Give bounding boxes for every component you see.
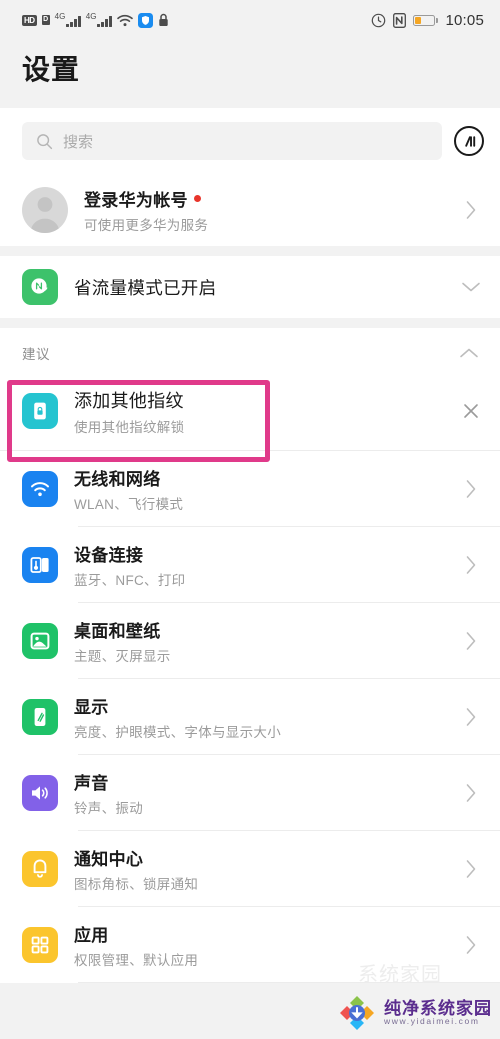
settings-row-subtitle: 蓝牙、NFC、打印 xyxy=(74,572,186,588)
status-bar: HD D 4G 4G 10:05 xyxy=(0,0,500,40)
settings-row-wireless-network[interactable]: 无线和网络 WLAN、飞行模式 xyxy=(0,451,500,526)
settings-row-subtitle: 图标角标、锁屏通知 xyxy=(74,876,199,892)
apps-grid-icon xyxy=(22,926,58,963)
chevron-right-icon[interactable] xyxy=(460,706,482,728)
data-saver-title: 省流量模式已开启 xyxy=(74,277,217,298)
account-title: 登录华为帐号 xyxy=(84,191,188,210)
settings-row-text: 声音 铃声、振动 xyxy=(74,769,444,817)
alarm-icon xyxy=(371,13,386,28)
status-bar-left: HD D 4G 4G xyxy=(22,12,169,28)
watermark-text: 纯净系统家园 www.yidaimei.com xyxy=(384,998,492,1027)
settings-row-title: 桌面和壁纸 xyxy=(74,621,161,641)
signal-bars-secondary xyxy=(97,15,112,27)
settings-row-title: 显示 xyxy=(74,697,109,717)
settings-row-title: 通知中心 xyxy=(74,849,144,869)
settings-row-display[interactable]: 显示 亮度、护眼模式、字体与显示大小 xyxy=(0,679,500,754)
battery-icon xyxy=(413,14,439,26)
settings-row-subtitle: WLAN、飞行模式 xyxy=(74,496,184,512)
wifi-icon xyxy=(117,14,133,27)
nfc-icon xyxy=(393,12,407,28)
settings-row-title: 无线和网络 xyxy=(74,469,161,489)
wifi-icon xyxy=(22,470,58,507)
chevron-right-icon[interactable] xyxy=(460,199,482,221)
signal-4g-icon: 4G xyxy=(55,13,81,27)
watermark: 纯净系统家园 www.yidaimei.com xyxy=(337,993,492,1033)
settings-row-device-connect[interactable]: 设备连接 蓝牙、NFC、打印 xyxy=(0,527,500,602)
signal-4g-label: 4G xyxy=(54,12,66,21)
chevron-right-icon[interactable] xyxy=(460,630,482,652)
section-gap-2 xyxy=(0,318,500,328)
settings-row-subtitle: 主题、灭屏显示 xyxy=(74,648,171,664)
section-gap xyxy=(0,246,500,256)
scan-code-icon[interactable] xyxy=(454,126,484,156)
settings-row-text: 设备连接 蓝牙、NFC、打印 xyxy=(74,541,444,589)
settings-row-title: 声音 xyxy=(74,773,109,793)
settings-row-text: 通知中心 图标角标、锁屏通知 xyxy=(74,845,444,893)
settings-row-text: 桌面和壁纸 主题、灭屏显示 xyxy=(74,617,444,665)
title-bar: 设置 xyxy=(0,40,500,108)
suggestions-header: 建议 xyxy=(0,328,500,372)
settings-list: 无线和网络 WLAN、飞行模式 设备连接 蓝牙、NFC、打印 桌面和壁纸 主题、… xyxy=(0,450,500,983)
search-input[interactable]: 搜索 xyxy=(22,122,442,160)
watermark-url: www.yidaimei.com xyxy=(384,1016,480,1027)
settings-row-home-wallpaper[interactable]: 桌面和壁纸 主题、灭屏显示 xyxy=(0,603,500,678)
settings-row-text: 无线和网络 WLAN、飞行模式 xyxy=(74,465,444,513)
bell-icon xyxy=(22,850,58,887)
signal-4g-secondary-label: 4G xyxy=(85,12,97,21)
watermark-faint-text: 系统家园 xyxy=(358,964,442,986)
display-icon xyxy=(22,698,58,735)
signal-bars xyxy=(66,15,81,27)
account-row[interactable]: 登录华为帐号 可使用更多华为服务 xyxy=(0,174,500,246)
settings-row-sound[interactable]: 声音 铃声、振动 xyxy=(0,755,500,830)
chevron-right-icon[interactable] xyxy=(460,554,482,576)
chevron-right-icon[interactable] xyxy=(460,934,482,956)
account-text: 登录华为帐号 可使用更多华为服务 xyxy=(84,186,444,234)
account-badge-dot xyxy=(193,195,201,202)
sim-icon: D xyxy=(41,15,50,25)
chevron-right-icon[interactable] xyxy=(460,782,482,804)
suggestion-title: 添加其他指纹 xyxy=(74,390,184,411)
chevron-right-icon[interactable] xyxy=(460,478,482,500)
suggestions-label: 建议 xyxy=(22,347,50,362)
settings-row-subtitle: 铃声、振动 xyxy=(74,800,143,816)
hd-icon: HD xyxy=(22,14,37,26)
signal-4g-secondary-icon: 4G xyxy=(86,13,112,27)
search-icon xyxy=(36,133,53,150)
suggestion-subtitle: 使用其他指纹解锁 xyxy=(74,419,185,435)
fingerprint-phone-icon xyxy=(22,393,58,429)
status-bar-right: 10:05 xyxy=(371,12,484,29)
account-group: 登录华为帐号 可使用更多华为服务 xyxy=(0,174,500,246)
status-bar-clock: 10:05 xyxy=(445,11,484,29)
data-saver-group: 省流量模式已开启 xyxy=(0,256,500,318)
suggestion-highlight-wrap: 添加其他指纹 使用其他指纹解锁 xyxy=(0,372,500,462)
avatar xyxy=(22,187,68,233)
chevron-right-icon[interactable] xyxy=(460,858,482,880)
data-saver-text: 省流量模式已开启 xyxy=(74,275,444,300)
settings-row-title: 设备连接 xyxy=(74,545,144,565)
search-placeholder: 搜索 xyxy=(63,133,94,151)
chevron-down-icon[interactable] xyxy=(460,276,482,298)
settings-row-subtitle: 亮度、护眼模式、字体与显示大小 xyxy=(74,724,281,740)
sound-icon xyxy=(22,774,58,811)
device-connect-icon xyxy=(22,546,58,583)
data-saver-row[interactable]: 省流量模式已开启 xyxy=(0,256,500,318)
phone-screen: HD D 4G 4G 10:05 设置 搜索 登录华为帐号 可使用更多华为服务 … xyxy=(0,0,500,1039)
search-bar: 搜索 xyxy=(0,108,500,174)
wallpaper-icon xyxy=(22,622,58,659)
account-subtitle: 可使用更多华为服务 xyxy=(84,218,209,233)
lock-icon xyxy=(158,13,169,27)
shield-icon xyxy=(137,12,153,28)
data-saver-icon xyxy=(22,269,58,305)
suggestion-item-add-fingerprint[interactable]: 添加其他指纹 使用其他指纹解锁 xyxy=(0,372,500,450)
suggestions-group: 建议 添加其他指纹 使用其他指纹解锁 xyxy=(0,328,500,462)
watermark-title: 纯净系统家园 xyxy=(384,998,492,1018)
settings-row-notifications[interactable]: 通知中心 图标角标、锁屏通知 xyxy=(0,831,500,906)
settings-row-title: 应用 xyxy=(74,925,109,945)
chevron-up-icon[interactable] xyxy=(458,342,480,364)
settings-row-text: 显示 亮度、护眼模式、字体与显示大小 xyxy=(74,693,444,741)
suggestion-text: 添加其他指纹 使用其他指纹解锁 xyxy=(74,387,444,436)
page-title: 设置 xyxy=(22,54,81,85)
watermark-logo-icon xyxy=(340,996,374,1030)
close-icon[interactable] xyxy=(460,400,482,422)
